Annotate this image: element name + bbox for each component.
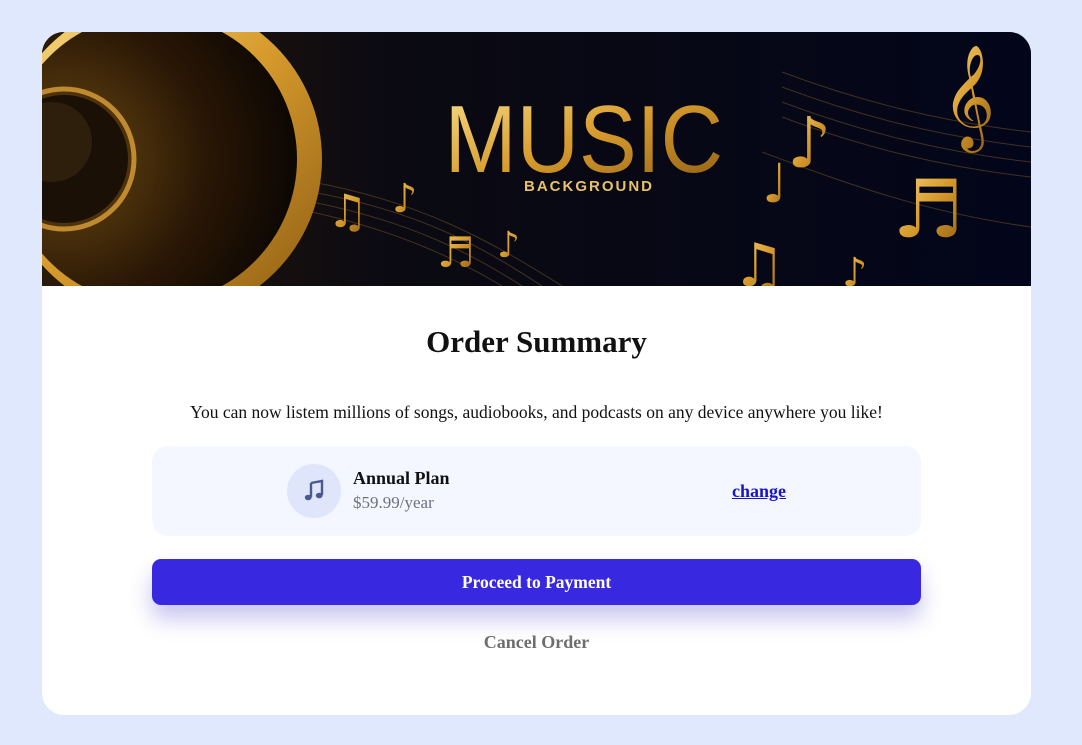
svg-text:♪: ♪ [842, 250, 868, 286]
hero-headline: MUSIC [445, 86, 723, 193]
plan-price: $59.99/year [353, 493, 434, 512]
svg-text:♪: ♪ [787, 102, 832, 184]
svg-text:♪: ♪ [497, 225, 520, 266]
order-summary-card: MUSIC BACKGROUND ♫ ♪ ♬ ♪ ♩ ♪ ♬ ♫ ♪ 𝄞 Ord… [42, 32, 1031, 715]
svg-text:♬: ♬ [892, 163, 964, 256]
cancel-order-button[interactable]: Cancel Order [42, 631, 1031, 654]
hero-banner: MUSIC BACKGROUND ♫ ♪ ♬ ♪ ♩ ♪ ♬ ♫ ♪ 𝄞 [42, 32, 1031, 286]
change-plan-link[interactable]: change [732, 481, 786, 502]
svg-text:♪: ♪ [392, 176, 418, 222]
svg-text:♫: ♫ [732, 231, 786, 286]
page-title: Order Summary [426, 324, 647, 359]
svg-text:♬: ♬ [437, 228, 475, 277]
svg-text:♩: ♩ [762, 152, 787, 215]
music-note-icon [287, 464, 341, 518]
music-banner-image: MUSIC BACKGROUND ♫ ♪ ♬ ♪ ♩ ♪ ♬ ♫ ♪ 𝄞 [42, 32, 1031, 286]
plan-name: Annual Plan [353, 468, 450, 488]
svg-text:♫: ♫ [327, 184, 368, 238]
svg-text:𝄞: 𝄞 [942, 44, 995, 153]
plan-card: Annual Plan $59.99/year change [152, 446, 921, 536]
page-subtitle: You can now listem millions of songs, au… [190, 402, 883, 422]
proceed-to-payment-button[interactable]: Proceed to Payment [152, 559, 921, 605]
summary-content: Order Summary You can now listem million… [42, 286, 1031, 715]
hero-tagline: BACKGROUND [524, 178, 654, 195]
